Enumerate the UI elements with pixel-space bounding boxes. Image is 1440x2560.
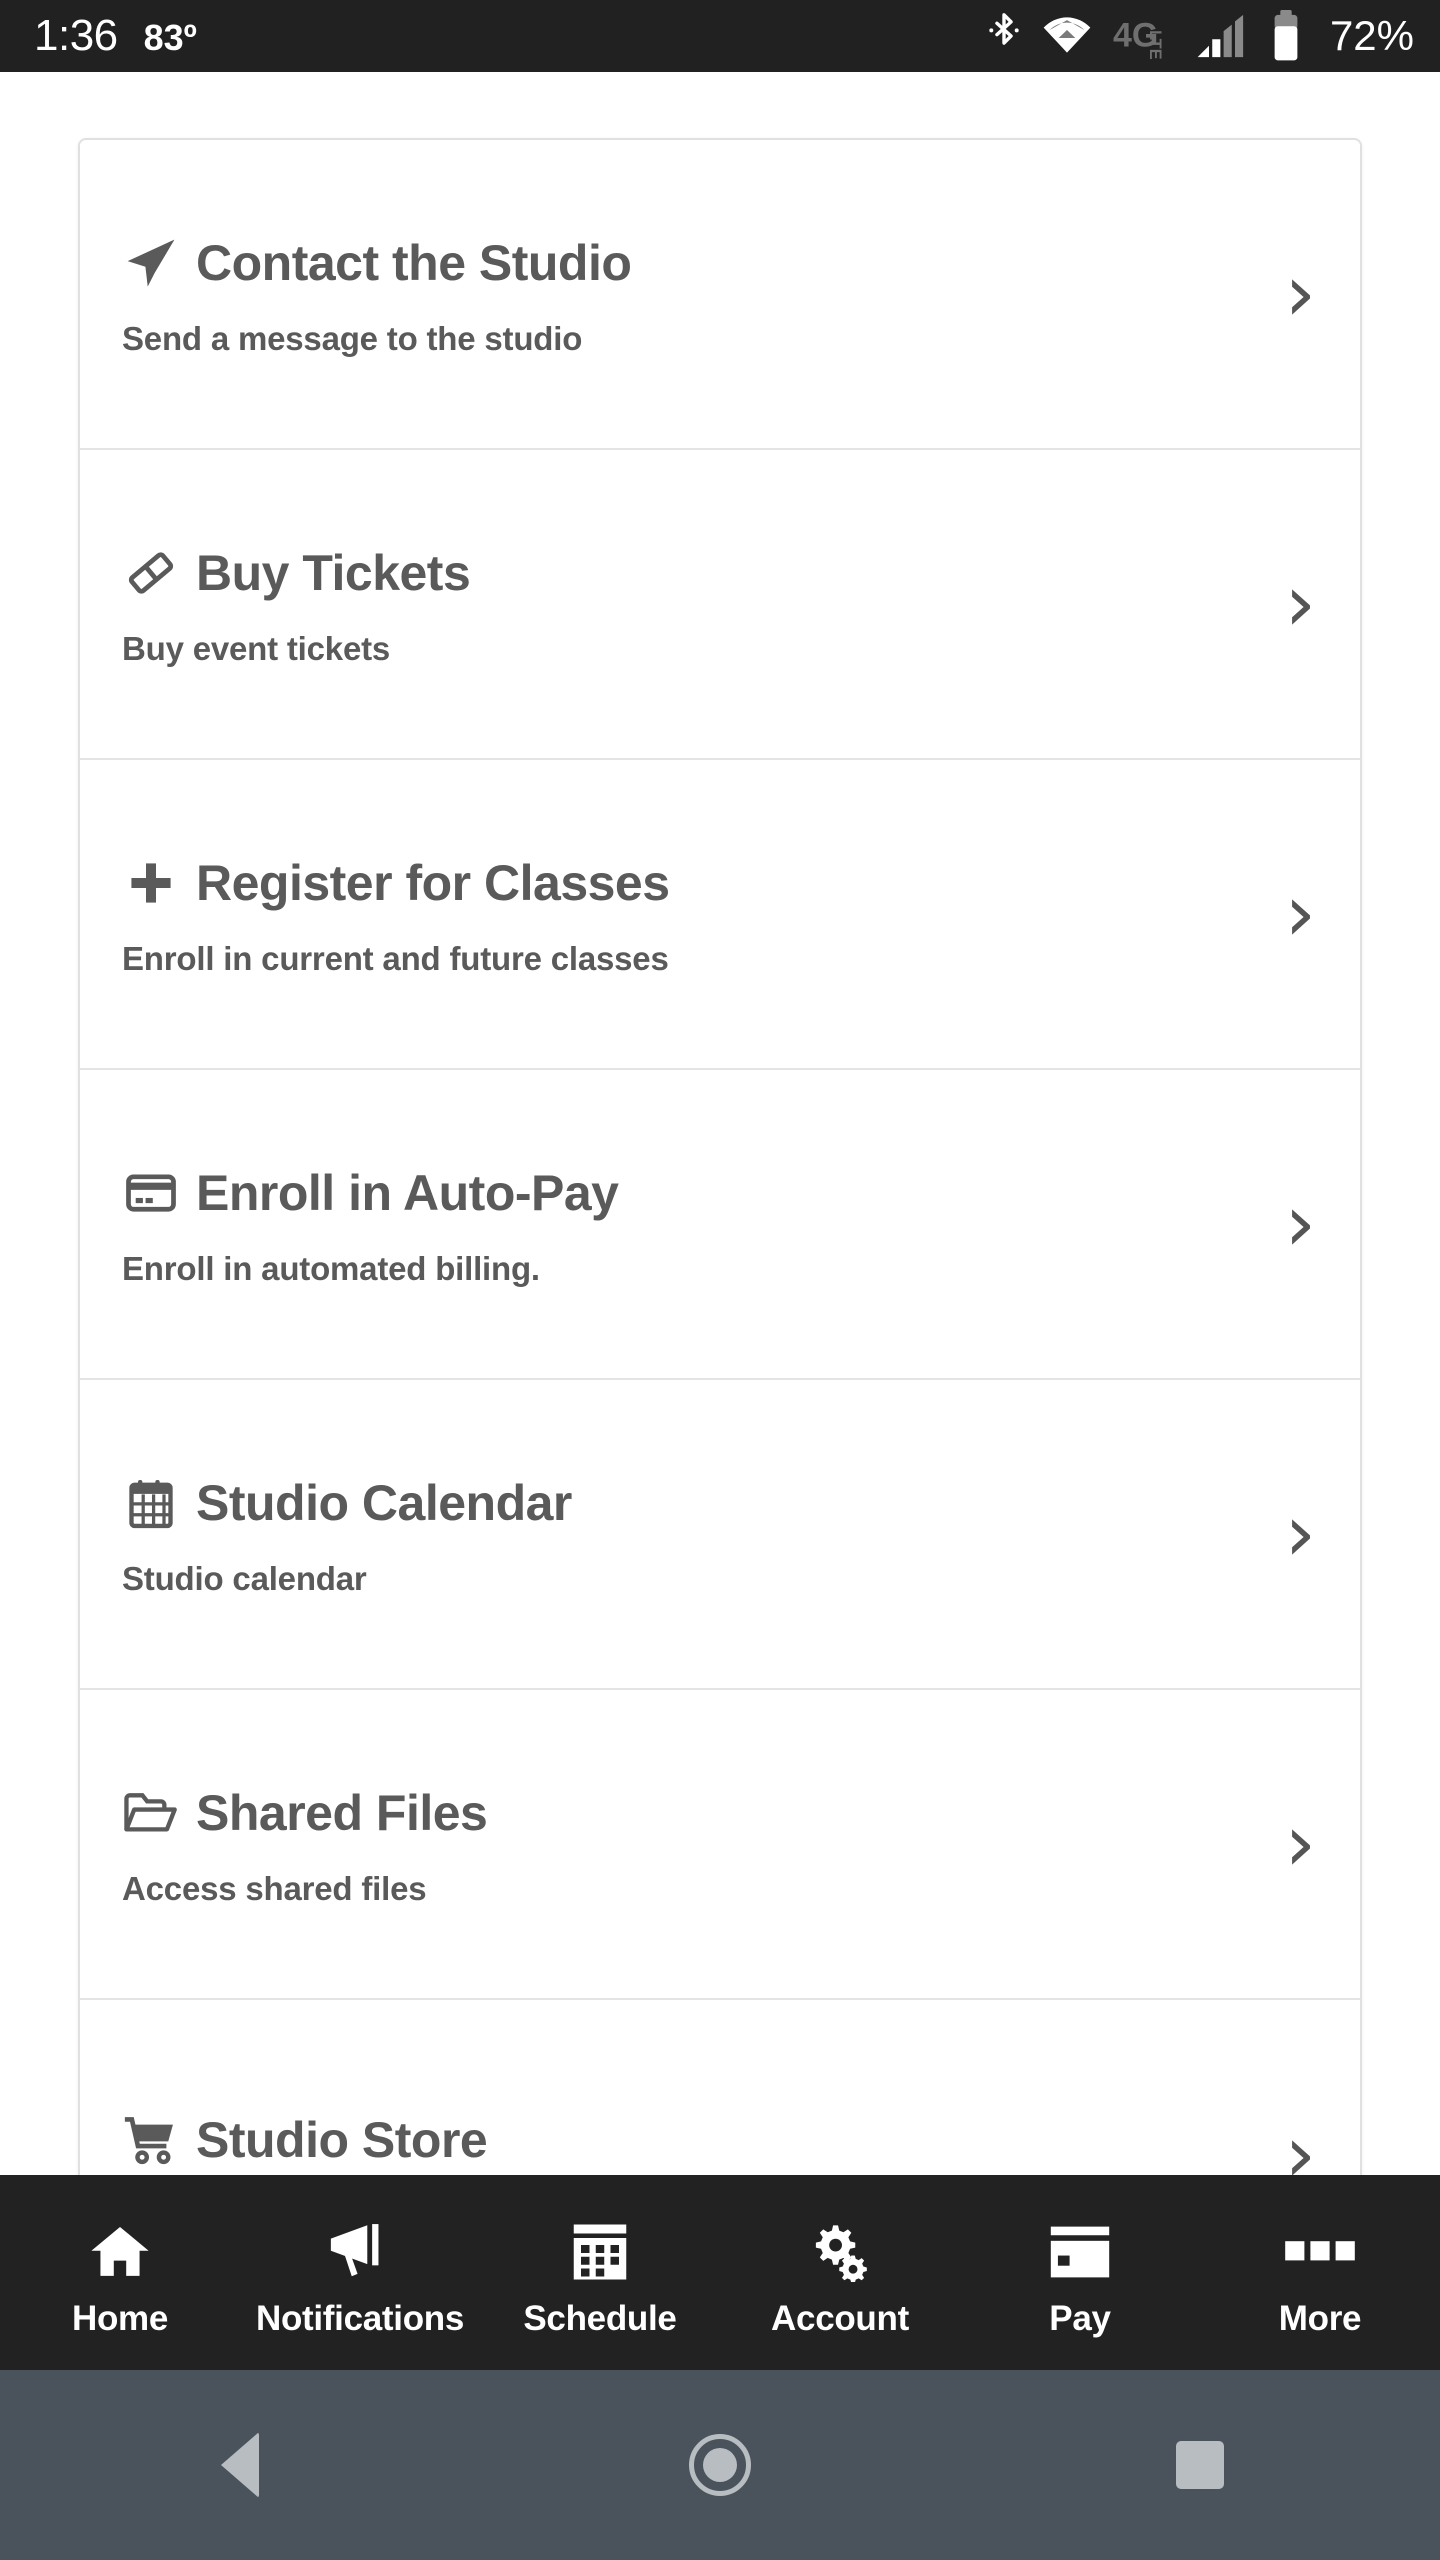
calendar-icon — [122, 1474, 180, 1532]
menu-item-buy-tickets[interactable]: Buy Tickets Buy event tickets › — [80, 450, 1360, 760]
svg-text:LTE: LTE — [1146, 30, 1164, 59]
menu-item-header: Register for Classes — [122, 854, 1316, 912]
tab-label: Account — [771, 2299, 909, 2338]
status-bar-left: 1:36 83º — [34, 14, 197, 58]
chevron-right-icon: › — [1284, 1489, 1316, 1579]
tab-label: More — [1278, 2299, 1362, 2338]
menu-item-enroll-in-auto-pay[interactable]: Enroll in Auto-Pay Enroll in automated b… — [80, 1070, 1360, 1380]
menu-item-header: Studio Calendar — [122, 1474, 1316, 1532]
menu-item-header: Contact the Studio — [122, 234, 1316, 292]
tab-more[interactable]: More — [1200, 2175, 1440, 2370]
credit-card-icon — [1047, 2219, 1113, 2285]
menu-card: Contact the Studio Send a message to the… — [78, 138, 1362, 2310]
menu-item-title: Studio Calendar — [196, 1474, 572, 1531]
status-bar-right: 4G LTE 72% — [987, 10, 1414, 62]
credit-card-icon — [122, 1164, 180, 1222]
cellular-signal-icon — [1196, 13, 1248, 59]
menu-item-title: Buy Tickets — [196, 544, 471, 601]
android-recents-button[interactable] — [960, 2441, 1440, 2489]
menu-item-subtitle: Access shared files — [122, 1869, 427, 1907]
menu-item-title: Shared Files — [196, 1784, 488, 1841]
battery-percent-label: 72% — [1329, 12, 1414, 59]
gears-icon — [808, 2219, 872, 2285]
chevron-right-icon: › — [1284, 869, 1316, 959]
three-squares-icon — [1284, 2219, 1356, 2285]
bottom-tab-bar: Home Notifications Schedule Account Pay … — [0, 2175, 1440, 2370]
menu-item-header: Studio Store — [122, 2111, 1316, 2169]
bluetooth-icon — [987, 12, 1021, 60]
app-screen: 1:36 83º 4G LTE 72% Contact the Studio S… — [0, 0, 1440, 2560]
menu-item-subtitle: Enroll in automated billing. — [122, 1249, 540, 1287]
tab-schedule[interactable]: Schedule — [480, 2175, 720, 2370]
tab-label: Home — [71, 2299, 169, 2338]
tab-label: Schedule — [523, 2299, 677, 2338]
tab-notifications[interactable]: Notifications — [240, 2175, 480, 2370]
battery-icon — [1269, 10, 1303, 62]
menu-item-register-for-classes[interactable]: Register for Classes Enroll in current a… — [80, 760, 1360, 1070]
back-triangle-icon — [221, 2432, 259, 2498]
menu-item-contact-the-studio[interactable]: Contact the Studio Send a message to the… — [80, 140, 1360, 450]
status-temperature: 83º — [143, 17, 197, 58]
4glte-icon: 4G LTE — [1113, 13, 1175, 59]
tab-label: Pay — [1049, 2299, 1111, 2338]
menu-item-studio-calendar[interactable]: Studio Calendar Studio calendar › — [80, 1380, 1360, 1690]
home-circle-icon — [689, 2434, 751, 2496]
chevron-right-icon: › — [1284, 249, 1316, 339]
calendar-grid-icon — [569, 2219, 631, 2285]
plus-icon — [122, 854, 180, 912]
android-home-button[interactable] — [480, 2434, 960, 2496]
chevron-right-icon: › — [1284, 1799, 1316, 1889]
status-bar: 1:36 83º 4G LTE 72% — [0, 0, 1440, 72]
paper-plane-icon — [122, 234, 180, 292]
tab-label: Notifications — [255, 2299, 465, 2338]
android-navigation-bar — [0, 2370, 1440, 2560]
menu-item-subtitle: Enroll in current and future classes — [122, 939, 669, 977]
menu-item-header: Buy Tickets — [122, 544, 1316, 602]
menu-item-subtitle: Buy event tickets — [122, 629, 391, 667]
menu-item-title: Contact the Studio — [196, 234, 632, 291]
house-icon — [89, 2219, 151, 2285]
menu-item-subtitle: Send a message to the studio — [122, 319, 583, 357]
ticket-icon — [122, 544, 180, 602]
menu-item-title: Studio Store — [196, 2112, 488, 2168]
android-back-button[interactable] — [0, 2432, 480, 2498]
menu-item-header: Shared Files — [122, 1784, 1316, 1842]
menu-item-header: Enroll in Auto-Pay — [122, 1164, 1316, 1222]
menu-item-title: Enroll in Auto-Pay — [196, 1164, 619, 1221]
wifi-icon — [1042, 16, 1092, 56]
chevron-right-icon: › — [1284, 1179, 1316, 1269]
shopping-cart-icon — [122, 2111, 180, 2169]
menu-item-shared-files[interactable]: Shared Files Access shared files › — [80, 1690, 1360, 2000]
menu-item-title: Register for Classes — [196, 854, 670, 911]
megaphone-icon — [326, 2219, 394, 2285]
tab-pay[interactable]: Pay — [960, 2175, 1200, 2370]
status-clock: 1:36 — [34, 11, 118, 60]
recents-square-icon — [1176, 2441, 1224, 2489]
menu-item-subtitle: Studio calendar — [122, 1559, 367, 1597]
tab-home[interactable]: Home — [0, 2175, 240, 2370]
open-folder-icon — [122, 1784, 180, 1842]
chevron-right-icon: › — [1284, 559, 1316, 649]
tab-account[interactable]: Account — [720, 2175, 960, 2370]
